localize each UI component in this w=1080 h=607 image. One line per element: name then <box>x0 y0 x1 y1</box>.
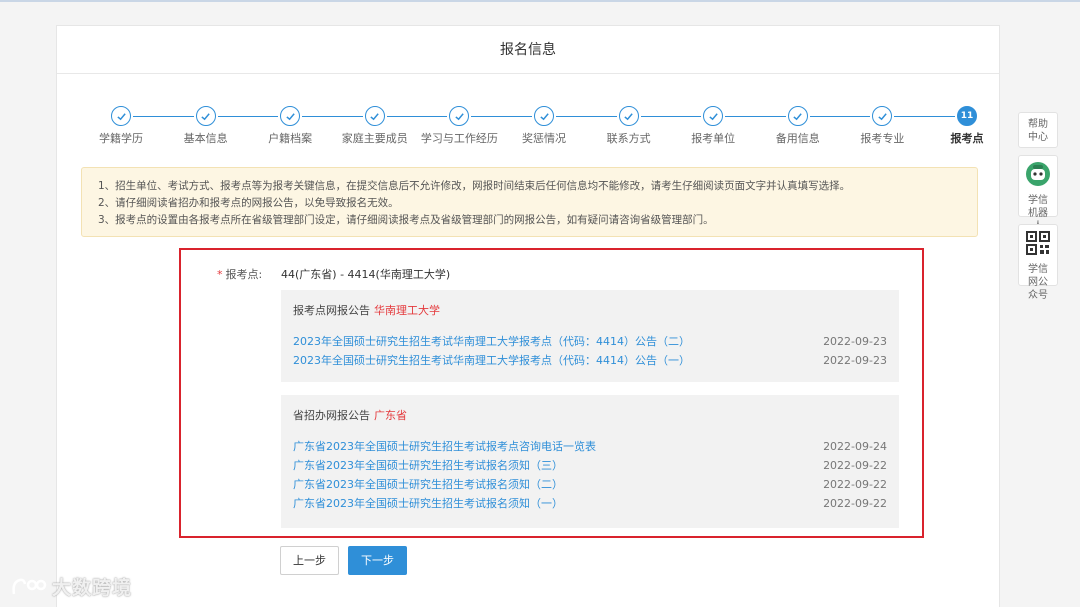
check-icon <box>364 106 385 126</box>
step-3[interactable]: 户籍档案 <box>250 106 330 146</box>
check-icon <box>872 106 893 126</box>
announcement-link[interactable]: 2023年全国硕士研究生招生考试华南理工大学报考点（代码：4414）公告（一） <box>293 351 690 370</box>
exam-site-section: * 报考点: 44(广东省) - 4414(华南理工大学) 报考点网报公告 华南理工… <box>179 248 924 538</box>
check-icon <box>449 106 470 126</box>
check-icon <box>280 106 301 126</box>
step-progress: 学籍学历 基本信息 户籍档案 家庭主要成员 学习与工作经历 奖惩情况 联系方式 报考单位 备用信… <box>81 106 984 146</box>
step-2[interactable]: 基本信息 <box>166 106 246 146</box>
check-icon <box>703 106 724 126</box>
announcement-link[interactable]: 2023年全国硕士研究生招生考试华南理工大学报考点（代码：4414）公告（二） <box>293 332 690 351</box>
exam-site-value: 44(广东省) - 4414(华南理工大学) <box>281 268 451 281</box>
step-label: 备用信息 <box>775 132 820 145</box>
announcement-link[interactable]: 广东省2023年全国硕士研究生招生考试报名须知（一） <box>293 494 563 513</box>
step-10[interactable]: 报考专业 <box>842 106 922 146</box>
exam-site-label: * 报考点: <box>217 266 262 282</box>
province-announcement-panel: 省招办网报公告 广东省 广东省2023年全国硕士研究生招生考试报考点咨询电话一览表… <box>281 395 899 528</box>
announcement-link[interactable]: 广东省2023年全国硕士研究生招生考试报名须知（二） <box>293 475 563 494</box>
check-icon <box>195 106 216 126</box>
step-label: 学籍学历 <box>99 132 143 145</box>
notice-line: 1、招生单位、考试方式、报考点等为报考关键信息，在提交信息后不允许修改，网报时间… <box>98 180 851 192</box>
check-icon <box>534 106 554 126</box>
step-11[interactable]: 11 报考点 <box>927 106 1007 146</box>
step-label: 报考专业 <box>860 132 905 145</box>
announcement-row[interactable]: 2023年全国硕士研究生招生考试华南理工大学报考点（代码：4414）公告（一） … <box>293 351 887 370</box>
step-9[interactable]: 备用信息 <box>758 106 838 146</box>
wechat-account-label: 学信网公众号 <box>1028 264 1048 301</box>
step-5[interactable]: 学习与工作经历 <box>419 106 499 146</box>
watermark: 大数跨境 <box>10 573 132 600</box>
step-number-badge: 11 <box>957 106 977 126</box>
announcement-date: 2022-09-24 <box>823 440 887 453</box>
prev-step-button[interactable]: 上一步 <box>280 546 339 575</box>
step-6[interactable]: 奖惩情况 <box>504 106 584 146</box>
site-announcement-org: 华南理工大学 <box>374 304 440 317</box>
robot-button[interactable]: 学信机器人 <box>1018 155 1058 232</box>
announcement-link[interactable]: 广东省2023年全国硕士研究生招生考试报名须知（三） <box>293 456 563 475</box>
step-8[interactable]: 报考单位 <box>673 106 753 146</box>
check-icon <box>787 106 808 126</box>
site-announcement-header: 报考点网报公告 华南理工大学 <box>293 302 887 318</box>
announcement-date: 2022-09-22 <box>823 478 887 491</box>
wechat-account-button[interactable]: 学信网公众号 <box>1018 224 1058 301</box>
announcement-row[interactable]: 2023年全国硕士研究生招生考试华南理工大学报考点（代码：4414）公告（二） … <box>293 332 887 351</box>
step-label: 报考点 <box>950 132 984 145</box>
announcement-date: 2022-09-22 <box>823 497 887 510</box>
announcement-date: 2022-09-23 <box>823 335 887 348</box>
announcement-date: 2022-09-23 <box>823 354 887 367</box>
announcement-link[interactable]: 广东省2023年全国硕士研究生招生考试报考点咨询电话一览表 <box>293 437 596 456</box>
province-announcement-header: 省招办网报公告 广东省 <box>293 407 887 423</box>
step-label: 户籍档案 <box>268 132 313 145</box>
announcement-date: 2022-09-22 <box>823 459 887 472</box>
qr-code-icon <box>1026 231 1050 255</box>
exam-site-label-text: 报考点: <box>225 268 263 281</box>
robot-icon <box>1026 162 1050 186</box>
watermark-logo-icon <box>12 578 47 594</box>
announcement-row[interactable]: 广东省2023年全国硕士研究生招生考试报考点咨询电话一览表 2022-09-24 <box>293 437 887 456</box>
notice-line: 3、报考点的设置由各报考点所在省级管理部门设定，请仔细阅读报考点及省级管理部门的… <box>98 214 714 226</box>
province-announcement-org: 广东省 <box>374 409 407 422</box>
main-card: 报名信息 学籍学历 基本信息 户籍档案 家庭主要成员 学习与工作经历 奖惩情况 联系方式 报考… <box>56 25 1000 607</box>
notice-box: 1、招生单位、考试方式、报考点等为报考关键信息，在提交信息后不允许修改，网报时间… <box>81 167 978 237</box>
province-announcement-title: 省招办网报公告 <box>293 409 370 422</box>
check-icon <box>111 106 131 126</box>
announcement-row[interactable]: 广东省2023年全国硕士研究生招生考试报名须知（三） 2022-09-22 <box>293 456 887 475</box>
announcement-row[interactable]: 广东省2023年全国硕士研究生招生考试报名须知（一） 2022-09-22 <box>293 494 887 513</box>
site-announcement-panel: 报考点网报公告 华南理工大学 2023年全国硕士研究生招生考试华南理工大学报考点（… <box>281 290 899 382</box>
step-4[interactable]: 家庭主要成员 <box>335 106 415 146</box>
notice-line: 2、请仔细阅读省招办和报考点的网报公告，以免导致报名无效。 <box>98 197 399 209</box>
step-label: 家庭主要成员 <box>341 132 408 145</box>
help-center-button[interactable]: 帮助中心 <box>1018 112 1058 148</box>
page-title: 报名信息 <box>57 26 999 74</box>
next-step-button[interactable]: 下一步 <box>348 546 407 575</box>
step-1[interactable]: 学籍学历 <box>81 106 161 146</box>
top-border <box>0 0 1080 2</box>
step-7[interactable]: 联系方式 <box>589 106 669 146</box>
step-label: 联系方式 <box>606 132 651 145</box>
step-label: 学习与工作经历 <box>420 132 498 145</box>
watermark-text: 大数跨境 <box>52 577 133 599</box>
step-label: 报考单位 <box>691 132 736 145</box>
step-label: 基本信息 <box>183 132 228 145</box>
step-label: 奖惩情况 <box>522 132 566 145</box>
site-announcement-title: 报考点网报公告 <box>293 304 370 317</box>
required-star: * <box>217 268 223 281</box>
check-icon <box>618 106 639 126</box>
announcement-row[interactable]: 广东省2023年全国硕士研究生招生考试报名须知（二） 2022-09-22 <box>293 475 887 494</box>
help-center-label: 帮助中心 <box>1028 119 1048 143</box>
